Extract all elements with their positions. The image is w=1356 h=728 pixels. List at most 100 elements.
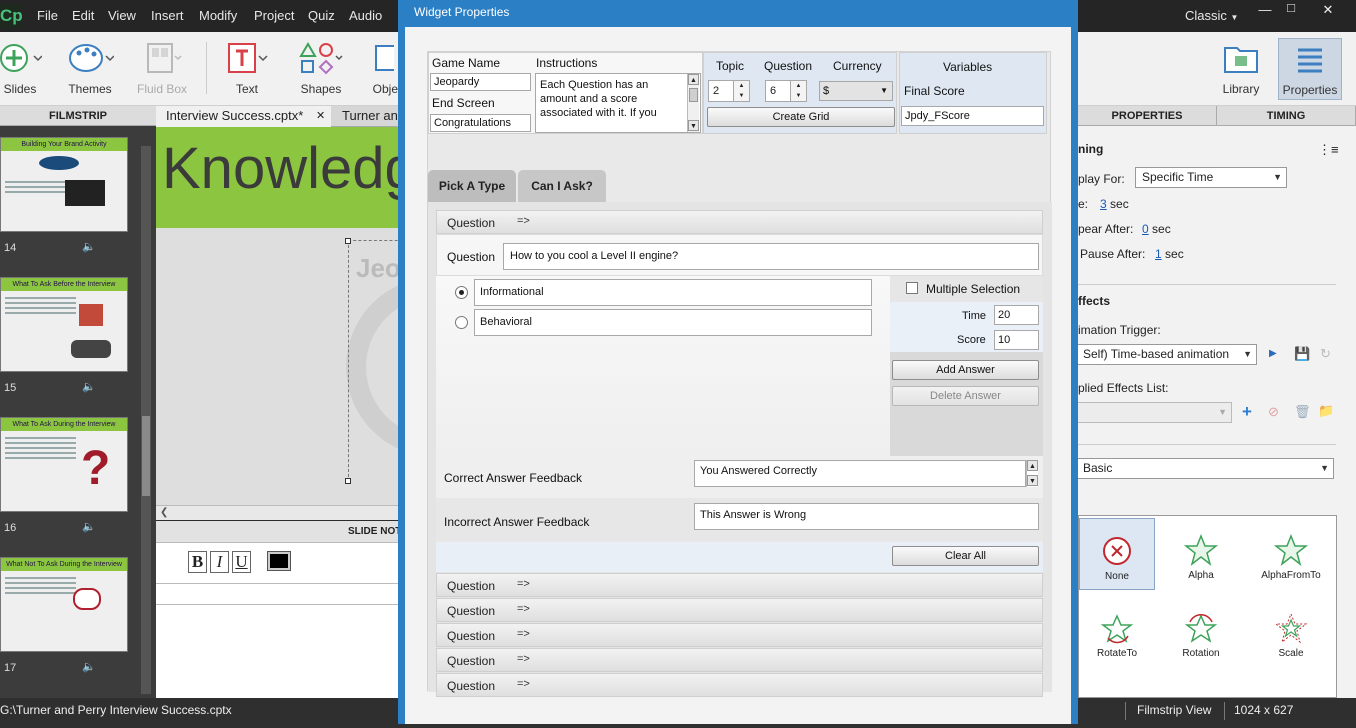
menu-quiz[interactable]: Quiz	[308, 8, 335, 23]
menu-project[interactable]: Project	[254, 8, 294, 23]
multiple-selection-checkbox[interactable]	[906, 282, 918, 294]
scroll-thumb[interactable]	[142, 416, 150, 496]
menu-file[interactable]: File	[37, 8, 58, 23]
speaker-icon[interactable]: 🔈	[82, 660, 96, 673]
effect-category-dropdown[interactable]: Basic ▼	[1078, 458, 1334, 479]
tab-interview-success[interactable]: Interview Success.cptx* ✕	[156, 106, 331, 127]
delete-answer-button[interactable]: Delete Answer	[892, 386, 1039, 406]
appear-after-value[interactable]: 0	[1142, 222, 1149, 236]
close-tab-icon[interactable]: ✕	[316, 106, 325, 126]
properties-button[interactable]: Properties	[1278, 38, 1342, 100]
effect-none[interactable]: None	[1079, 518, 1155, 590]
instructions-textarea[interactable]: Each Question has an amount and a score …	[535, 73, 701, 133]
score-input[interactable]: 10	[994, 330, 1039, 350]
feedback-scrollbar[interactable]: ▲ ▼	[1026, 460, 1038, 487]
display-for-dropdown[interactable]: Specific Time ▼	[1135, 167, 1287, 188]
panel-menu-icon[interactable]: ⋮≡	[1318, 142, 1339, 158]
menu-modify[interactable]: Modify	[199, 8, 237, 23]
slides-button[interactable]: Slides	[0, 38, 52, 96]
menu-insert[interactable]: Insert	[151, 8, 184, 23]
notes-row[interactable]	[156, 583, 400, 605]
incorrect-feedback-input[interactable]: This Answer is Wrong	[694, 503, 1039, 530]
speaker-icon[interactable]: 🔈	[82, 380, 96, 393]
scroll-up-icon[interactable]: ▲	[1027, 460, 1038, 471]
save-icon[interactable]: 💾	[1294, 346, 1310, 362]
spin-up-icon[interactable]: ▲	[733, 81, 749, 91]
text-button[interactable]: Text	[215, 38, 279, 96]
speaker-icon[interactable]: 🔈	[82, 240, 96, 253]
effect-rotateto[interactable]: RotateTo	[1079, 596, 1155, 668]
currency-select[interactable]: $ ▼	[819, 81, 893, 101]
tab-properties[interactable]: PROPERTIES	[1078, 106, 1217, 125]
answer-input[interactable]: Informational	[474, 279, 872, 306]
library-button[interactable]: Library	[1209, 38, 1273, 96]
slide-notes-area[interactable]: B I U	[156, 543, 400, 698]
question-header-collapsed[interactable]: Question =>	[436, 573, 1043, 597]
add-answer-button[interactable]: Add Answer	[892, 360, 1039, 380]
bold-button[interactable]: B	[188, 551, 207, 573]
stage-horizontal-scrollbar[interactable]: ❮	[156, 505, 400, 520]
minimize-icon[interactable]: —	[1255, 2, 1275, 17]
answer-input[interactable]: Behavioral	[474, 309, 872, 336]
scroll-down-icon[interactable]: ▼	[1027, 475, 1038, 486]
fluid-box-button[interactable]: Fluid Box	[130, 38, 194, 96]
tab-turner-and-perry[interactable]: Turner an	[332, 106, 400, 127]
question-spinner[interactable]: 6 ▲ ▼	[765, 80, 807, 102]
question-input[interactable]: How to you cool a Level II engine?	[503, 243, 1039, 270]
tab-can-i-ask[interactable]: Can I Ask?	[518, 170, 606, 202]
final-score-input[interactable]: Jpdy_FScore	[901, 106, 1044, 126]
instructions-scrollbar[interactable]: ▲ ▼	[687, 74, 699, 132]
time-input[interactable]: 20	[994, 305, 1039, 325]
pause-after-field[interactable]: 1 sec	[1155, 247, 1184, 261]
scroll-left-icon[interactable]: ❮	[160, 507, 168, 518]
close-icon[interactable]: ✕	[1318, 2, 1338, 17]
time-field[interactable]: 3 sec	[1100, 197, 1129, 211]
animation-trigger-dropdown[interactable]: Self) Time-based animation ▼	[1078, 344, 1257, 365]
topic-spinner[interactable]: 2 ▲ ▼	[708, 80, 750, 102]
create-grid-button[interactable]: Create Grid	[707, 107, 895, 127]
time-value[interactable]: 3	[1100, 197, 1107, 211]
menu-audio[interactable]: Audio	[349, 8, 382, 23]
speaker-icon[interactable]: 🔈	[82, 520, 96, 533]
add-effect-icon[interactable]: +	[1242, 402, 1252, 422]
applied-effects-dropdown[interactable]: ▼	[1078, 402, 1232, 423]
slide-thumbnail[interactable]: Building Your Brand Activity	[0, 137, 128, 232]
spin-down-icon[interactable]: ▼	[790, 91, 806, 101]
answer-radio[interactable]	[455, 316, 468, 329]
workspace-switcher[interactable]: Classic ▼	[1185, 8, 1238, 23]
effect-alphafromto[interactable]: AlphaFromTo	[1253, 518, 1329, 590]
filmstrip-scrollbar[interactable]	[141, 146, 151, 694]
no-effect-icon[interactable]: ⊘	[1268, 404, 1279, 420]
play-icon[interactable]: ▶	[1269, 348, 1277, 359]
trash-icon[interactable]: 🗑	[1294, 404, 1311, 420]
scroll-down-icon[interactable]: ▼	[688, 120, 699, 131]
question-header-collapsed[interactable]: Question =>	[436, 623, 1043, 647]
slide-stage[interactable]: Knowledg Jeo	[156, 127, 400, 505]
effect-alpha[interactable]: Alpha	[1163, 518, 1239, 590]
question-header-collapsed[interactable]: Question =>	[436, 598, 1043, 622]
question-header-collapsed[interactable]: Question =>	[436, 673, 1043, 697]
menu-edit[interactable]: Edit	[72, 8, 94, 23]
shapes-button[interactable]: Shapes	[289, 38, 353, 96]
folder-icon[interactable]: 📁	[1318, 403, 1334, 419]
end-screen-input[interactable]: Congratulations	[430, 114, 531, 132]
game-name-input[interactable]: Jeopardy	[430, 73, 531, 91]
spin-up-icon[interactable]: ▲	[790, 81, 806, 91]
objects-button[interactable]: Obje	[354, 38, 398, 96]
answer-radio[interactable]	[455, 286, 468, 299]
tab-timing[interactable]: TIMING	[1217, 106, 1356, 125]
menu-view[interactable]: View	[108, 8, 136, 23]
question-header-collapsed[interactable]: Question =>	[436, 648, 1043, 672]
scroll-thumb[interactable]	[689, 88, 698, 102]
appear-after-field[interactable]: 0 sec	[1142, 222, 1171, 236]
tab-pick-a-type[interactable]: Pick A Type	[428, 170, 516, 202]
maximize-icon[interactable]: □	[1281, 0, 1301, 15]
effect-scale[interactable]: Scale	[1253, 596, 1329, 668]
slide-thumbnail[interactable]: What Not To Ask During the Interview	[0, 557, 128, 652]
correct-feedback-input[interactable]: You Answered Correctly	[694, 460, 1026, 487]
slide-thumbnail[interactable]: What To Ask Before the Interview	[0, 277, 128, 372]
themes-button[interactable]: Themes	[58, 38, 122, 96]
resize-handle[interactable]	[345, 238, 351, 244]
spin-down-icon[interactable]: ▼	[733, 91, 749, 101]
pause-after-value[interactable]: 1	[1155, 247, 1162, 261]
